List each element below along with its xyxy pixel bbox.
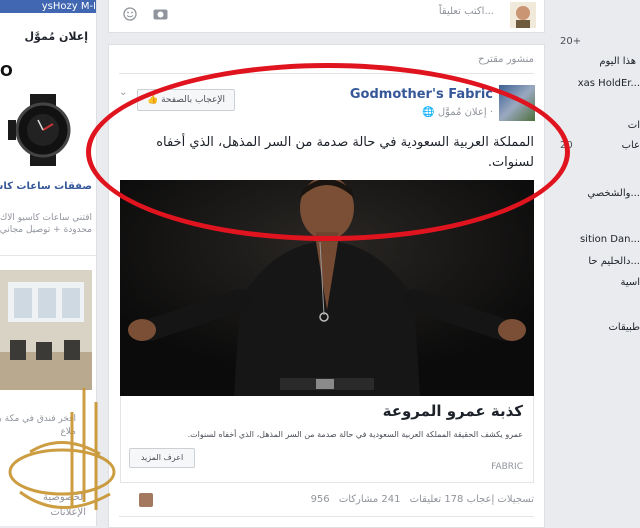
- right-sidebar: 20+ هذا اليوم xas HoldEr... ات 20 عاب وا…: [554, 0, 640, 526]
- profile-bar-name[interactable]: ysHozy M-I: [42, 1, 96, 12]
- thumbs-up-icon: 👍: [147, 95, 159, 105]
- user-avatar[interactable]: [510, 2, 536, 28]
- sidebar-item-4[interactable]: عاب: [622, 140, 640, 151]
- footer-links: الخصوصية الإعلانات: [43, 490, 86, 520]
- camera-icon[interactable]: [153, 7, 168, 20]
- sidebar-item-today[interactable]: هذا اليوم: [599, 56, 636, 67]
- page-name-link[interactable]: Godmother's Fabric: [350, 87, 493, 102]
- suggested-post-label: منشور مقترح: [478, 54, 534, 65]
- sidebar-item-3[interactable]: ات: [628, 120, 640, 131]
- ad-description-line1: اقتني ساعات كاسيو الاك: [0, 213, 92, 223]
- comment-composer: اكتب تعليقاً...: [108, 0, 545, 33]
- sponsored-label-text: إعلان مُموَّل ·: [437, 107, 493, 118]
- sponsored-label: 🌐 إعلان مُموَّل ·: [422, 107, 493, 118]
- hotel-ad-line2: ملاع: [60, 427, 76, 437]
- link-domain: FABRIC: [491, 462, 523, 472]
- sidebar-item-7[interactable]: دالحليم حا...: [588, 256, 640, 267]
- sidebar-item-5[interactable]: والشخصي...: [587, 188, 640, 199]
- footer-ads-link[interactable]: الإعلانات: [43, 505, 86, 520]
- sidebar-item-9[interactable]: طبيقات: [608, 322, 640, 333]
- brand-logo-text: O: [0, 62, 13, 80]
- shares-count[interactable]: 241 مشاركات: [339, 494, 401, 505]
- post-image[interactable]: [120, 180, 534, 396]
- like-page-button[interactable]: 👍 الإعجاب بالصفحة: [137, 89, 235, 111]
- sponsored-post-card: منشور مقترح Godmother's Fabric 🌐 إعلان م…: [108, 44, 545, 528]
- hotel-ad-image[interactable]: [0, 270, 92, 390]
- sidebar-item-2[interactable]: xas HoldEr...: [578, 78, 640, 89]
- page-avatar[interactable]: [499, 85, 535, 121]
- emoji-icon[interactable]: [123, 7, 137, 21]
- learn-more-button[interactable]: اعرف المزيد: [129, 448, 195, 468]
- comments-count[interactable]: 178 تعليقات: [410, 494, 464, 505]
- viewer-avatar-small[interactable]: [139, 493, 153, 507]
- ad-description: اقتني ساعات كاسيو الاك محدودة + توصيل مج…: [0, 212, 92, 236]
- profile-bar[interactable]: ysHozy M-I: [0, 0, 96, 13]
- comment-input[interactable]: اكتب تعليقاً...: [439, 6, 494, 17]
- chevron-down-icon[interactable]: ⌄: [119, 87, 127, 98]
- post-text: المملكة العربية السعودية في حالة صدمة من…: [156, 135, 534, 170]
- ad-description-line2: محدودة + توصيل مجاني: [0, 225, 92, 235]
- count-badge-2: 20: [560, 140, 573, 151]
- globe-icon: 🌐: [422, 107, 435, 118]
- header-divider: [119, 73, 534, 74]
- count-badge-1: 20+: [560, 36, 582, 47]
- ad-separator: [0, 255, 96, 256]
- hotel-ad-text: افخر فندق في مكة بتطام عالم ملاع: [0, 413, 76, 439]
- link-preview[interactable]: كذبة عمرو المروعة عمرو يكشف الحقيقة المم…: [120, 396, 534, 483]
- like-page-button-label: الإعجاب بالصفحة: [161, 95, 225, 105]
- sidebar-item-8[interactable]: اسية: [620, 277, 640, 288]
- left-ad-column: ysHozy M-I إعلان مُموَّل O صفقات ساعات ك…: [0, 0, 97, 526]
- link-description: عمرو يكشف الحقيقة المملكة العربية السعود…: [187, 430, 523, 439]
- hotel-ad-line1: افخر فندق في مكة بتطام عالم: [0, 414, 76, 424]
- footer-privacy-link[interactable]: الخصوصية: [43, 490, 86, 505]
- actions-divider: [119, 516, 534, 517]
- post-stats: 956 تسجيلات إعجاب 178 تعليقات 241 مشاركا…: [305, 494, 534, 505]
- sponsored-ads-title: إعلان مُموَّل: [24, 30, 88, 43]
- link-title[interactable]: كذبة عمرو المروعة: [383, 402, 523, 420]
- watch-ad-image[interactable]: [8, 94, 74, 166]
- ad-link-title[interactable]: صفقات ساعات كاسيو ال: [0, 181, 92, 192]
- man-photo: [120, 180, 534, 396]
- sidebar-item-6[interactable]: sition Dan...: [580, 234, 640, 245]
